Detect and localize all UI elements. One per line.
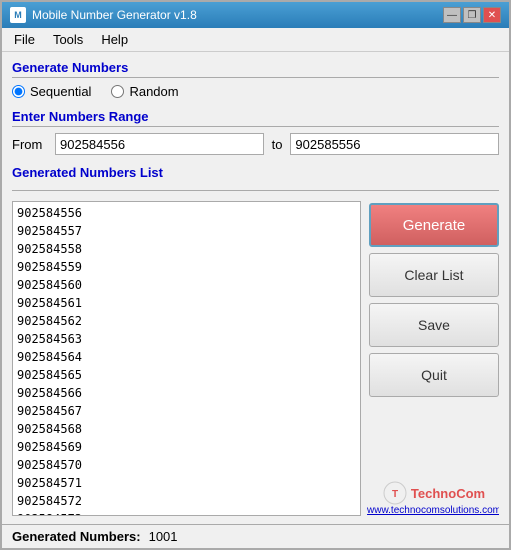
brand-icon: T — [383, 481, 407, 505]
from-input[interactable] — [55, 133, 264, 155]
title-buttons: — ❐ ✕ — [443, 7, 501, 23]
close-button[interactable]: ✕ — [483, 7, 501, 23]
list-item: 902584563 — [17, 330, 356, 348]
list-item: 902584570 — [17, 456, 356, 474]
list-item: 902584564 — [17, 348, 356, 366]
generate-divider — [12, 77, 499, 78]
list-item: 902584560 — [17, 276, 356, 294]
list-item: 902584571 — [17, 474, 356, 492]
menu-tools[interactable]: Tools — [45, 30, 91, 49]
sequential-label: Sequential — [30, 84, 91, 99]
brand-logo: T TechnoCom — [383, 481, 485, 505]
list-item: 902584562 — [17, 312, 356, 330]
from-label: From — [12, 137, 47, 152]
menu-file[interactable]: File — [6, 30, 43, 49]
sequential-radio[interactable] — [12, 85, 25, 98]
range-section: Enter Numbers Range From to — [12, 109, 499, 159]
list-container: 9025845569025845579025845589025845599025… — [12, 201, 361, 516]
list-section-label: Generated Numbers List — [12, 165, 499, 180]
list-item: 902584567 — [17, 402, 356, 420]
generate-section: Generate Numbers Sequential Random — [12, 60, 499, 103]
save-button[interactable]: Save — [369, 303, 499, 347]
title-bar: M Mobile Number Generator v1.8 — ❐ ✕ — [2, 2, 509, 28]
brand-area: T TechnoCom www.technocomsolutions.com — [369, 477, 499, 516]
status-value: 1001 — [149, 529, 178, 544]
brand-url[interactable]: www.technocomsolutions.com — [367, 505, 499, 516]
list-item: 902584557 — [17, 222, 356, 240]
main-area: 9025845569025845579025845589025845599025… — [12, 201, 499, 516]
sequential-option[interactable]: Sequential — [12, 84, 91, 99]
to-input[interactable] — [290, 133, 499, 155]
list-divider — [12, 190, 499, 191]
restore-button[interactable]: ❐ — [463, 7, 481, 23]
list-item: 902584566 — [17, 384, 356, 402]
random-option[interactable]: Random — [111, 84, 178, 99]
status-bar: Generated Numbers: 1001 — [2, 524, 509, 548]
list-item: 902584568 — [17, 420, 356, 438]
title-bar-left: M Mobile Number Generator v1.8 — [10, 7, 197, 23]
numbers-list[interactable]: 9025845569025845579025845589025845599025… — [12, 201, 361, 516]
list-item: 902584561 — [17, 294, 356, 312]
random-radio[interactable] — [111, 85, 124, 98]
radio-group: Sequential Random — [12, 80, 499, 103]
random-label: Random — [129, 84, 178, 99]
list-item: 902584565 — [17, 366, 356, 384]
generate-button[interactable]: Generate — [369, 203, 499, 247]
window-title: Mobile Number Generator v1.8 — [32, 8, 197, 22]
main-content: Generate Numbers Sequential Random Enter… — [2, 52, 509, 524]
main-window: M Mobile Number Generator v1.8 — ❐ ✕ Fil… — [0, 0, 511, 550]
app-icon: M — [10, 7, 26, 23]
list-item: 902584559 — [17, 258, 356, 276]
status-label: Generated Numbers: — [12, 529, 141, 544]
list-item: 902584572 — [17, 492, 356, 510]
to-label: to — [272, 137, 283, 152]
buttons-panel: Generate Clear List Save Quit T TechnoCo… — [369, 201, 499, 516]
menu-help[interactable]: Help — [93, 30, 136, 49]
clear-list-button[interactable]: Clear List — [369, 253, 499, 297]
minimize-button[interactable]: — — [443, 7, 461, 23]
svg-text:T: T — [392, 489, 398, 500]
range-divider — [12, 126, 499, 127]
list-item: 902584558 — [17, 240, 356, 258]
range-row: From to — [12, 129, 499, 159]
list-item: 902584556 — [17, 204, 356, 222]
brand-name: TechnoCom — [411, 486, 485, 501]
menu-bar: File Tools Help — [2, 28, 509, 52]
generate-section-label: Generate Numbers — [12, 60, 499, 75]
range-section-label: Enter Numbers Range — [12, 109, 499, 124]
quit-button[interactable]: Quit — [369, 353, 499, 397]
list-item: 902584573 — [17, 510, 356, 516]
list-item: 902584569 — [17, 438, 356, 456]
